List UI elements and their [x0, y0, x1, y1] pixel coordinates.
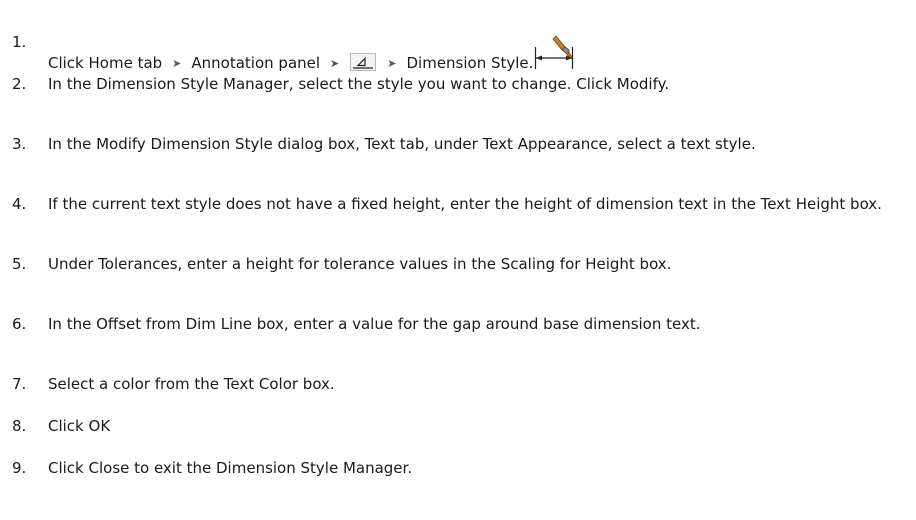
step-text: Under Tolerances, enter a height for tol…: [48, 255, 672, 273]
breadcrumb-arrow-icon: ➤: [330, 57, 340, 70]
step-number: 2.: [12, 75, 27, 93]
step-text: Click OK: [48, 417, 111, 435]
step-text: Click Home tab ➤ Annotation panel ➤ ➤ Dimens…: [48, 33, 898, 74]
dimension-style-text: Dimension Style.: [406, 54, 534, 72]
step-number: 4.: [12, 195, 27, 213]
step-text: In the Offset from Dim Line box, enter a…: [48, 315, 701, 333]
step-number: 6.: [12, 315, 27, 333]
dimension-panel-launcher-icon[interactable]: [350, 53, 377, 71]
step-text: Select a color from the Text Color box.: [48, 375, 335, 393]
step-text: If the current text style does not have …: [48, 195, 882, 213]
step-number: 5.: [12, 255, 27, 273]
step-text: In the Modify Dimension Style dialog box…: [48, 135, 756, 153]
breadcrumb-arrow-icon: ➤: [387, 57, 397, 70]
step-number: 3.: [12, 135, 27, 153]
step-text: Click Close to exit the Dimension Style …: [48, 459, 413, 477]
step-text: In the Dimension Style Manager, select t…: [48, 75, 670, 93]
home-tab-text: Click Home tab: [48, 54, 163, 72]
step-number: 7.: [12, 375, 27, 393]
step-number: 9.: [12, 459, 27, 477]
annotation-panel-text: Annotation panel: [191, 54, 321, 72]
dimension-style-icon: [535, 35, 575, 69]
step-number: 8.: [12, 417, 27, 435]
step-number: 1.: [12, 33, 27, 51]
breadcrumb-arrow-icon: ➤: [172, 57, 182, 70]
